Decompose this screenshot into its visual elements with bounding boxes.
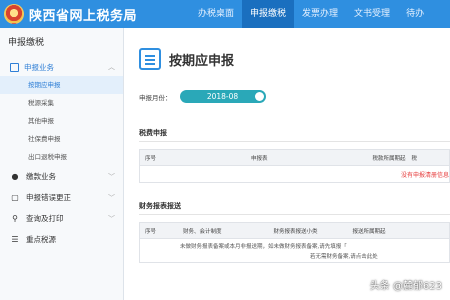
money-bag-icon: ●	[11, 172, 19, 181]
sidebar-row-query-print[interactable]: ⚲ 查询及打印 ﹀	[0, 208, 123, 229]
tax-table: 序号 申报表 税款所属期起 税 没有申报清册信息	[139, 149, 450, 183]
sidebar-row-label: 重点税源	[26, 235, 56, 244]
sidebar-item-export-rebate[interactable]: 出口退税申报	[0, 148, 123, 166]
toggle-knob-icon	[254, 92, 264, 101]
list-icon: ☰	[11, 235, 19, 244]
sidebar-item-periodic[interactable]: 按期应申报	[0, 76, 123, 94]
watermark: 头条 @麓郁623	[369, 281, 442, 292]
nav-tab-invoice[interactable]: 发票办理	[294, 0, 346, 28]
finance-section-title: 财务报表报送	[139, 202, 181, 210]
notice-line-1: 未做财务报表备案或本月非报送期，如未做财务报表备案,请先填报「	[180, 244, 347, 250]
finance-table-header: 序号 财务、会计制度 财务报表报送小类 报送所属期起	[139, 222, 450, 239]
sidebar-row-label: 缴款业务	[26, 172, 56, 181]
tax-emblem-icon	[4, 4, 24, 24]
sidebar-row-payment[interactable]: ● 缴款业务 ﹀	[0, 166, 123, 187]
page-title: 按期应申报	[169, 53, 235, 69]
sidebar-group-declare[interactable]: 申报业务 ︿	[0, 58, 123, 76]
sidebar-item-other[interactable]: 其他申报	[0, 112, 123, 130]
section-divider	[139, 141, 450, 142]
period-value: 2018-08	[206, 92, 239, 101]
sidebar-group-label: 申报业务	[24, 62, 54, 72]
col-accounting-system: 财务、会计制度	[183, 228, 222, 235]
document-icon	[139, 48, 161, 70]
page-header: 按期应申报	[139, 48, 234, 70]
sidebar-row-correction[interactable]: ▢ 申报错误更正 ﹀	[0, 187, 123, 208]
period-picker[interactable]: 2018-08	[179, 90, 266, 103]
finance-notice: 未做财务报表备案或本月非报送期，如未做财务报表备案,请先填报「 若无需财务备案,…	[139, 239, 450, 263]
sidebar-item-tax-source[interactable]: 税源采集	[0, 94, 123, 112]
nav-tab-documents[interactable]: 文书受理	[346, 0, 398, 28]
empty-message: 没有申报清册信息	[400, 172, 449, 179]
notice-line-2[interactable]: 若无需财务备案,请点击此处	[310, 252, 378, 260]
col-form: 申报表	[251, 155, 268, 162]
sidebar-item-social-security[interactable]: 社保费申报	[0, 130, 123, 148]
nav-tab-desktop[interactable]: 办税桌面	[190, 0, 242, 28]
chevron-up-icon: ︿	[108, 63, 115, 71]
section-divider	[139, 214, 450, 215]
sidebar-row-key-source[interactable]: ☰ 重点税源	[0, 229, 123, 250]
tax-section-title: 税费申报	[139, 129, 167, 137]
chevron-down-icon: ﹀	[108, 193, 115, 202]
search-icon: ⚲	[12, 214, 18, 223]
col-report-subtype: 财务报表报送小类	[273, 228, 318, 235]
finance-table: 序号 财务、会计制度 财务报表报送小类 报送所属期起 未做财务报表备案或本月非报…	[139, 222, 450, 263]
site-logo[interactable]: 陕西省网上税务局	[4, 0, 137, 28]
top-nav: 办税桌面 申报缴税 发票办理 文书受理 待办	[190, 0, 432, 28]
document-edit-icon: ▢	[11, 193, 19, 202]
period-selector: 申报月份： 2018-08	[139, 90, 266, 103]
nav-tab-todo[interactable]: 待办	[398, 0, 432, 28]
col-index: 序号	[145, 228, 157, 235]
period-label: 申报月份：	[139, 93, 172, 102]
sidebar-title: 申报缴税	[8, 38, 45, 48]
col-report-period: 报送所属期起	[352, 228, 386, 235]
top-header: 陕西省网上税务局 办税桌面 申报缴税 发票办理 文书受理 待办	[0, 0, 450, 28]
chevron-down-icon: ﹀	[108, 214, 115, 223]
col-period-start: 税款所属期起	[372, 155, 406, 162]
tax-table-header: 序号 申报表 税款所属期起 税	[139, 149, 450, 166]
sidebar-row-label: 查询及打印	[26, 214, 64, 223]
tax-table-empty-row: 没有申报清册信息	[139, 166, 450, 183]
list-icon	[10, 62, 19, 72]
sidebar-row-label: 申报错误更正	[26, 193, 71, 202]
col-index: 序号	[145, 155, 157, 162]
sidebar: 申报缴税 申报业务 ︿ 按期应申报 税源采集 其他申报 社保费申报 出口退税申报…	[0, 28, 124, 300]
nav-tab-declare-pay[interactable]: 申报缴税	[242, 0, 295, 28]
chevron-down-icon: ﹀	[108, 172, 115, 181]
col-tax: 税	[411, 155, 418, 162]
main-content: 按期应申报 申报月份： 2018-08 税费申报 序号 申报表 税款所属期起 税…	[124, 28, 450, 300]
site-title: 陕西省网上税务局	[29, 8, 138, 24]
